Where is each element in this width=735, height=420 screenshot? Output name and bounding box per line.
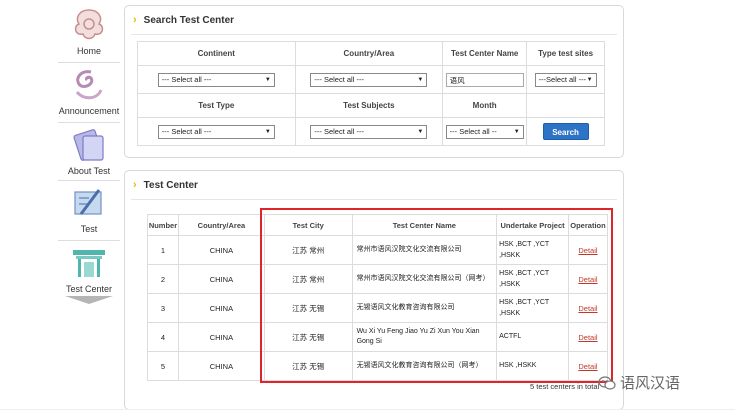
page: Home Announcement About Test Test Test C… <box>0 0 735 420</box>
dropdown-arrow-icon: ▼ <box>264 76 271 83</box>
brand-text: 语风汉语 <box>620 375 681 392</box>
field-label: Continent <box>137 41 296 66</box>
sidebar-item-announcement[interactable]: Announcement <box>58 66 120 116</box>
empty-cell <box>526 93 605 118</box>
test-type-select[interactable]: --- Select all --- ▼ <box>157 124 275 139</box>
number-cell: 2 <box>147 264 179 294</box>
announcement-icon <box>75 70 103 100</box>
home-icon <box>74 9 104 40</box>
sidebar-item-label: Test <box>80 224 98 234</box>
dropdown-arrow-icon: ▼ <box>586 76 593 83</box>
select-value: --- Select all -- <box>449 127 497 136</box>
continent-select[interactable]: --- Select all --- ▼ <box>157 72 275 87</box>
panel-title: Search Test Center <box>143 14 235 26</box>
divider <box>58 180 120 181</box>
test-center-name-input[interactable]: 语风 <box>445 72 524 87</box>
active-pointer-icon <box>65 296 113 304</box>
divider <box>58 62 120 63</box>
divider <box>58 122 120 123</box>
panel-title: Test Center <box>143 179 198 191</box>
select-value: --- Select all --- <box>161 75 212 84</box>
sidebar-item-about-test[interactable]: About Test <box>58 126 120 176</box>
type-test-sites-select[interactable]: ---Select all --- ▼ <box>534 72 597 87</box>
dropdown-arrow-icon: ▼ <box>417 76 424 83</box>
test-center-icon <box>73 250 105 277</box>
country-cell: CHINA <box>177 235 265 265</box>
divider <box>58 240 120 241</box>
divider <box>131 34 617 35</box>
sidebar-item-label: Home <box>76 46 101 56</box>
dropdown-arrow-icon: ▼ <box>264 128 271 135</box>
number-cell: 1 <box>147 235 179 265</box>
panel-header: › Search Test Center <box>125 6 623 34</box>
form-cell: 语风 <box>442 65 528 94</box>
field-label: Test Type <box>137 93 296 118</box>
number-cell: 5 <box>147 351 179 381</box>
country-select[interactable]: --- Select all --- ▼ <box>310 72 428 87</box>
column-header: Country/Area <box>177 214 265 236</box>
select-value: ---Select all --- <box>538 75 587 84</box>
form-cell: --- Select all --- ▼ <box>294 65 444 94</box>
sidebar-item-test[interactable]: Test <box>58 184 120 234</box>
select-value: --- Select all --- <box>161 127 212 136</box>
column-header: Number <box>147 214 179 236</box>
field-label: Type test sites <box>526 41 605 66</box>
sidebar-item-home[interactable]: Home <box>58 6 120 56</box>
form-cell: --- Select all --- ▼ <box>294 117 444 146</box>
dropdown-arrow-icon: ▼ <box>417 128 424 135</box>
about-test-icon <box>73 129 104 161</box>
wechat-icon <box>598 375 616 390</box>
results-total: 5 test centers in total <box>530 382 600 391</box>
field-label: Month <box>442 93 528 118</box>
sidebar-item-test-center[interactable]: Test Center <box>58 244 120 304</box>
chevron-right-icon: › <box>133 179 137 191</box>
panel-header: › Test Center <box>125 171 623 199</box>
highlight-box <box>260 208 613 383</box>
form-cell: ---Select all --- ▼ <box>526 65 605 94</box>
field-label: Test Center Name <box>442 41 528 66</box>
sidebar-item-label: Announcement <box>58 106 120 116</box>
form-cell: --- Select all --- ▼ <box>137 117 296 146</box>
sidebar-item-label: Test Center <box>65 284 113 294</box>
form-cell: --- Select all --- ▼ <box>137 65 296 94</box>
month-select[interactable]: --- Select all -- ▼ <box>445 124 524 139</box>
divider <box>0 409 735 410</box>
search-button[interactable]: Search <box>542 123 589 140</box>
form-cell: Search <box>526 117 605 146</box>
country-cell: CHINA <box>177 322 265 352</box>
select-value: --- Select all --- <box>314 75 364 84</box>
sidebar-item-label: About Test <box>67 166 111 176</box>
search-form: Continent Country/Area Test Center Name … <box>137 41 605 146</box>
search-panel: › Search Test Center Continent Country/A… <box>124 5 624 158</box>
test-subjects-select[interactable]: --- Select all --- ▼ <box>310 124 428 139</box>
number-cell: 4 <box>147 322 179 352</box>
brand-watermark: 语风汉语 <box>598 372 680 393</box>
country-cell: CHINA <box>177 293 265 323</box>
test-icon <box>74 189 102 215</box>
form-cell: --- Select all -- ▼ <box>442 117 528 146</box>
select-value: --- Select all --- <box>314 127 364 136</box>
divider <box>131 199 617 200</box>
chevron-right-icon: › <box>133 14 137 26</box>
dropdown-arrow-icon: ▼ <box>513 128 520 135</box>
number-cell: 3 <box>147 293 179 323</box>
country-cell: CHINA <box>177 351 265 381</box>
country-cell: CHINA <box>177 264 265 294</box>
field-label: Test Subjects <box>294 93 444 118</box>
field-label: Country/Area <box>294 41 444 66</box>
